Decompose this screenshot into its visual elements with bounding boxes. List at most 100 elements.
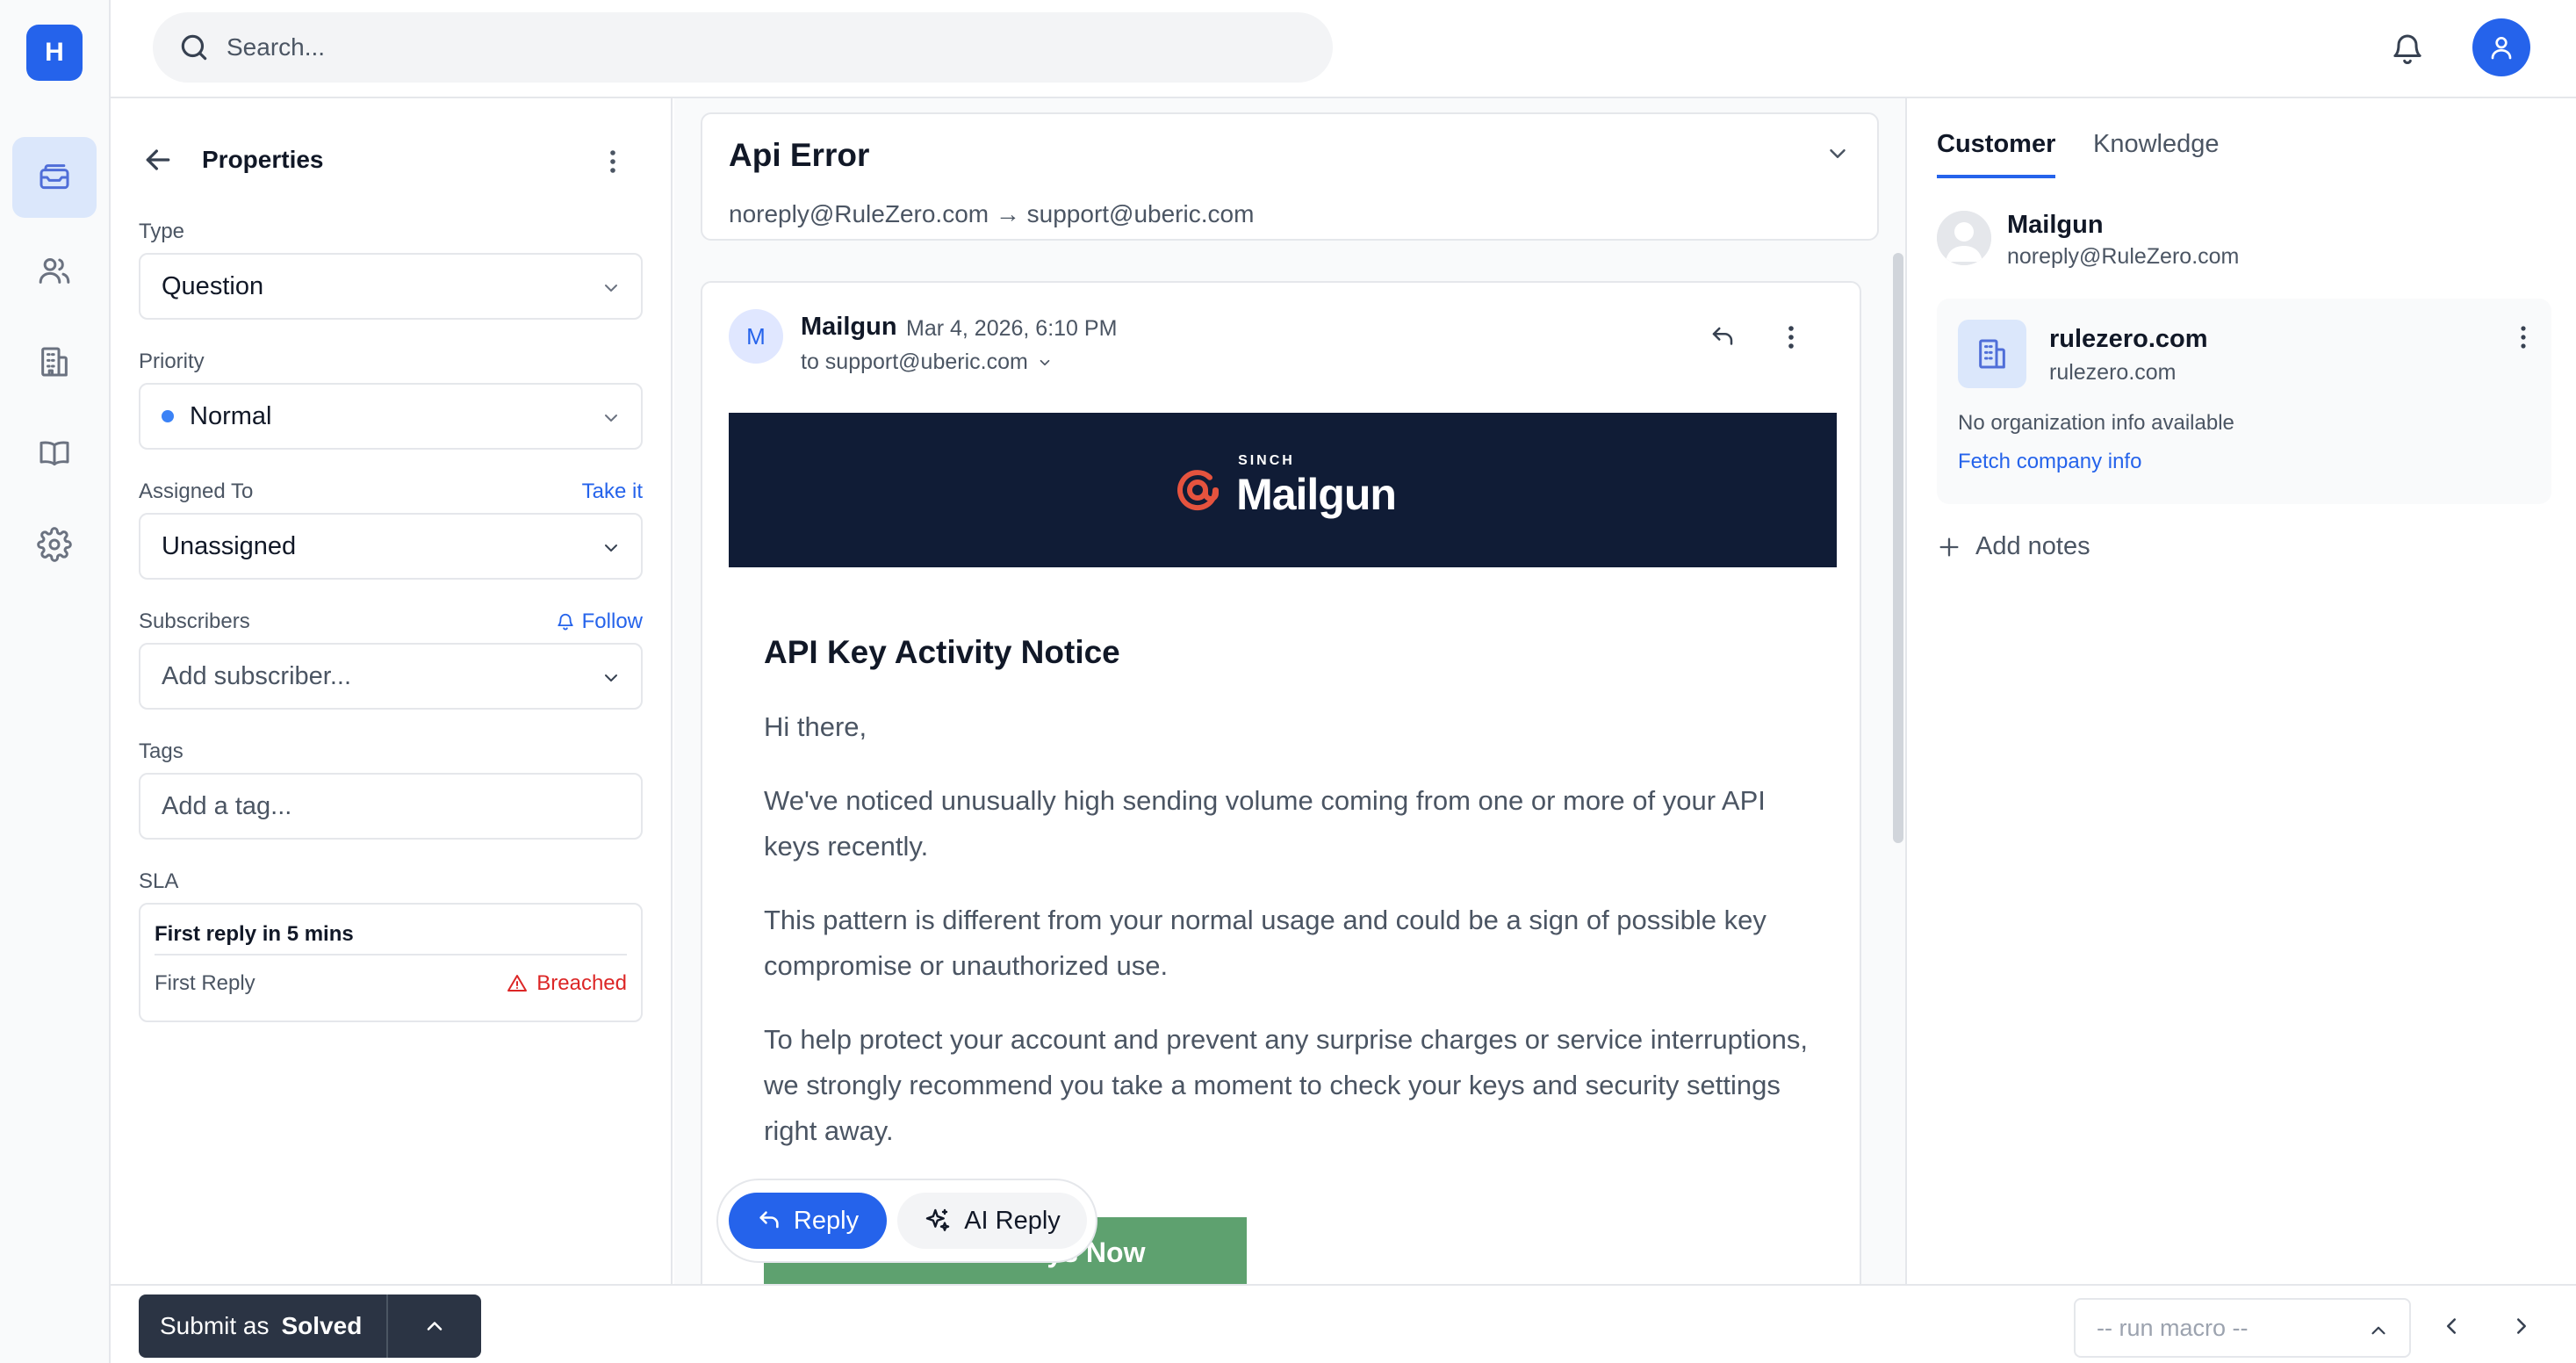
- user-avatar-button[interactable]: [2472, 18, 2530, 76]
- mailgun-logo-mark: [1169, 462, 1226, 518]
- rail-tickets[interactable]: [12, 137, 97, 218]
- properties-panel: Properties Type Question Priority Normal…: [111, 98, 673, 1363]
- rail-knowledge[interactable]: [12, 413, 97, 494]
- collapse-header-button[interactable]: [1824, 141, 1851, 167]
- app-logo[interactable]: H: [26, 25, 83, 81]
- tickets-icon: [37, 160, 72, 195]
- organization-menu-button[interactable]: [2508, 321, 2539, 353]
- tags-label: Tags: [139, 739, 183, 763]
- tab-customer[interactable]: Customer: [1937, 130, 2056, 178]
- mailgun-logo: SINCH Mailgun: [1169, 453, 1397, 520]
- priority-value: Normal: [190, 401, 272, 430]
- ai-reply-button[interactable]: AI Reply: [897, 1193, 1087, 1249]
- sparkles-icon: [924, 1207, 952, 1235]
- customer-panel: Customer Knowledge Mailgun noreply@RuleZ…: [1905, 98, 2576, 1284]
- message-date: Mar 4, 2026, 6:10 PM: [906, 316, 1118, 341]
- search-icon: [177, 31, 211, 64]
- recipient-text: to support@uberic.com: [801, 350, 1028, 374]
- bottom-bar: Submit as Solved -- run macro --: [111, 1284, 2576, 1363]
- conversation-scrollbar[interactable]: [1893, 253, 1903, 843]
- back-button[interactable]: [140, 142, 176, 177]
- customer-name: Mailgun: [2007, 211, 2104, 239]
- tab-knowledge[interactable]: Knowledge: [2093, 130, 2220, 175]
- plus-icon: [1937, 535, 1961, 559]
- sla-card: First reply in 5 mins First Reply Breach…: [139, 903, 643, 1022]
- reply-button[interactable]: Reply: [729, 1193, 887, 1249]
- customer-email: noreply@RuleZero.com: [2007, 244, 2240, 269]
- ai-reply-label: AI Reply: [964, 1206, 1061, 1235]
- mailgun-wordmark: Mailgun: [1236, 470, 1397, 519]
- chevron-right-icon: [2508, 1313, 2535, 1339]
- notifications-button[interactable]: [2383, 25, 2432, 74]
- knowledge-base-icon: [37, 436, 72, 471]
- message-card: M Mailgun Mar 4, 2026, 6:10 PM to suppor…: [701, 281, 1861, 1284]
- submit-group: Submit as Solved: [139, 1294, 481, 1358]
- sla-label: SLA: [139, 869, 179, 893]
- email-paragraph: Hi there,: [764, 711, 867, 742]
- priority-select[interactable]: Normal: [139, 383, 643, 450]
- submit-status: Solved: [281, 1312, 363, 1339]
- reply-message-button[interactable]: [1703, 318, 1742, 357]
- assignee-select[interactable]: Unassigned: [139, 513, 643, 580]
- sender-name: Mailgun: [801, 313, 897, 341]
- conversation-header: Api Error noreply@RuleZero.com → support…: [701, 112, 1879, 241]
- organization-info: No organization info available: [1958, 411, 2234, 435]
- add-notes-button[interactable]: Add notes: [1937, 532, 2090, 561]
- topbar: [111, 0, 2576, 98]
- rail-customers[interactable]: [12, 230, 97, 311]
- chevron-left-icon: [2438, 1313, 2464, 1339]
- building-icon: [1958, 320, 2026, 388]
- bell-icon: [556, 612, 575, 631]
- properties-menu-button[interactable]: [595, 144, 630, 179]
- chevron-down-icon: [1824, 141, 1851, 167]
- run-macro-select[interactable]: -- run macro --: [2074, 1298, 2411, 1358]
- fetch-company-info-link[interactable]: Fetch company info: [1958, 450, 2141, 474]
- search-bar[interactable]: [153, 12, 1333, 83]
- search-input[interactable]: [227, 33, 1192, 61]
- sla-divider: [155, 954, 627, 956]
- rail-settings[interactable]: [12, 504, 97, 585]
- type-select[interactable]: Question: [139, 253, 643, 320]
- recipient-toggle[interactable]: to support@uberic.com: [801, 350, 1053, 375]
- chevron-up-icon: [2367, 1319, 2390, 1342]
- message-menu-button[interactable]: [1772, 318, 1810, 357]
- user-icon: [2487, 33, 2515, 61]
- type-value: Question: [162, 271, 264, 300]
- more-vertical-icon: [609, 148, 616, 175]
- chevron-down-icon: [601, 667, 622, 689]
- ticket-subject: Api Error: [729, 137, 870, 173]
- follow-label: Follow: [581, 609, 643, 633]
- chevron-down-icon: [601, 278, 622, 299]
- conversation-pane: Api Error noreply@RuleZero.com → support…: [674, 98, 1905, 1284]
- arrow-left-icon: [140, 142, 176, 177]
- subscriber-placeholder: Add subscriber...: [162, 661, 351, 690]
- email-paragraph: This pattern is different from your norm…: [764, 905, 1767, 981]
- add-notes-label: Add notes: [1975, 532, 2090, 560]
- rail-organizations[interactable]: [12, 321, 97, 402]
- macro-placeholder: -- run macro --: [2097, 1314, 2249, 1341]
- submit-options-button[interactable]: [386, 1294, 481, 1358]
- settings-icon: [37, 527, 72, 562]
- chevron-down-icon: [1037, 355, 1053, 371]
- next-ticket-button[interactable]: [2504, 1309, 2539, 1344]
- organization-card: rulezero.com rulezero.com No organizatio…: [1937, 299, 2551, 504]
- reply-label: Reply: [793, 1206, 860, 1235]
- email-body: API Key Activity Notice Hi there, We've …: [764, 634, 1817, 1182]
- submit-button[interactable]: Submit as Solved: [139, 1294, 386, 1358]
- tag-input[interactable]: Add a tag...: [139, 773, 643, 840]
- email-banner: SINCH Mailgun: [729, 413, 1837, 567]
- sla-status-badge: Breached: [507, 971, 627, 996]
- organization-domain: rulezero.com: [2049, 360, 2177, 385]
- email-heading: API Key Activity Notice: [764, 634, 1120, 670]
- submit-prefix: Submit as: [160, 1312, 270, 1339]
- priority-dot: [162, 410, 174, 422]
- more-vertical-icon: [2520, 325, 2527, 350]
- follow-button[interactable]: Follow: [556, 609, 643, 634]
- customer-avatar: [1937, 211, 1991, 265]
- chevron-down-icon: [601, 407, 622, 429]
- take-it-link[interactable]: Take it: [582, 480, 643, 504]
- previous-ticket-button[interactable]: [2434, 1309, 2469, 1344]
- warning-icon: [507, 973, 528, 994]
- priority-label: Priority: [139, 350, 205, 373]
- subscriber-select[interactable]: Add subscriber...: [139, 643, 643, 710]
